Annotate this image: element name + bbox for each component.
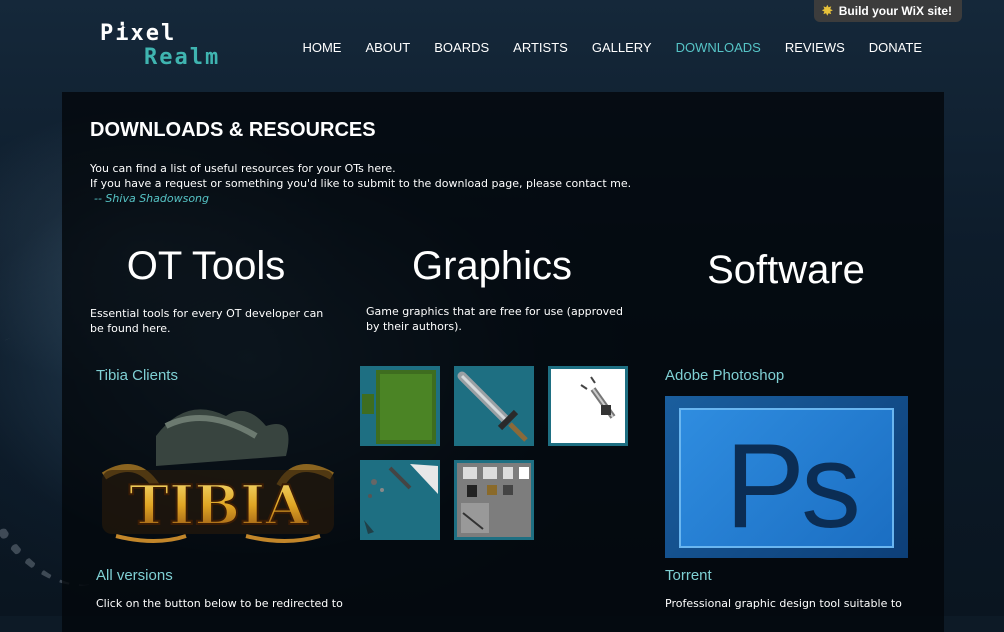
adobe-photoshop-title[interactable]: Adobe Photoshop — [665, 367, 784, 384]
graphics-thumb-icons[interactable] — [454, 460, 534, 540]
nav-gallery[interactable]: GALLERY — [580, 40, 664, 56]
wix-banner-label: Build your WiX site! — [838, 4, 952, 18]
nav-reviews[interactable]: REVIEWS — [773, 40, 857, 56]
photoshop-logo-tile: Ps — [679, 408, 894, 553]
ot-tools-heading: OT Tools — [126, 244, 286, 288]
nav-boards[interactable]: BOARDS — [422, 40, 501, 56]
nav-downloads[interactable]: DOWNLOADS — [664, 40, 773, 56]
nav-about[interactable]: ABOUT — [353, 40, 422, 56]
photoshop-logo-image[interactable]: Ps — [665, 396, 908, 558]
tibia-logo-graphic: TIBIA — [101, 409, 334, 543]
intro-text: You can find a list of useful resources … — [90, 161, 631, 206]
graphics-thumb-items[interactable] — [360, 460, 440, 540]
signature: -- Shiva Shadowsong — [94, 192, 210, 205]
nav-home[interactable]: HOME — [290, 40, 353, 56]
icons-graphic — [461, 467, 529, 533]
graphics-thumb-grass[interactable] — [360, 366, 440, 446]
ot-tools-paragraph: Click on the button below to be redirect… — [96, 597, 343, 610]
nav-artists[interactable]: ARTISTS — [501, 40, 580, 56]
sprite-sheet-graphic — [580, 376, 616, 419]
sparkle-icon: ✦ — [120, 22, 127, 33]
intro-line1: You can find a list of useful resources … — [90, 162, 396, 175]
graphics-description: Game graphics that are free for use (app… — [366, 305, 623, 333]
intro-line2: If you have a request or something you'd… — [90, 177, 632, 190]
logo-line2: Realm — [144, 45, 221, 70]
graphics-heading: Graphics — [411, 244, 573, 288]
main-nav: HOME ABOUT BOARDS ARTISTS GALLERY DOWNLO… — [290, 40, 934, 56]
items-graphic — [364, 464, 438, 534]
software-heading: Software — [707, 248, 865, 292]
tibia-clients-title[interactable]: Tibia Clients — [96, 367, 178, 384]
software-paragraph: Professional graphic design tool suitabl… — [665, 597, 902, 610]
tibia-logo-image[interactable]: TIBIA — [96, 396, 340, 552]
nav-donate[interactable]: DONATE — [857, 40, 934, 56]
torrent-link[interactable]: Torrent — [665, 567, 712, 584]
grass-tiles-graphic — [362, 370, 436, 444]
tibia-logo-text: TIBIA — [129, 473, 308, 537]
photoshop-logo-text: Ps — [725, 419, 861, 553]
page-title: DOWNLOADS & RESOURCES — [90, 119, 376, 141]
all-versions-link[interactable]: All versions — [96, 567, 173, 584]
wix-banner[interactable]: ✸ Build your WiX site! — [813, 0, 962, 22]
logo-line1: Pixel — [100, 21, 177, 46]
ot-tools-description: Essential tools for every OT developer c… — [90, 307, 324, 335]
graphics-thumb-sword[interactable] — [454, 366, 534, 446]
site-logo[interactable]: ✦ Pixel Realm — [100, 22, 220, 70]
graphics-thumb-sprites[interactable] — [548, 366, 628, 446]
wix-star-icon: ✸ — [821, 3, 833, 18]
sword-graphic — [457, 371, 528, 442]
